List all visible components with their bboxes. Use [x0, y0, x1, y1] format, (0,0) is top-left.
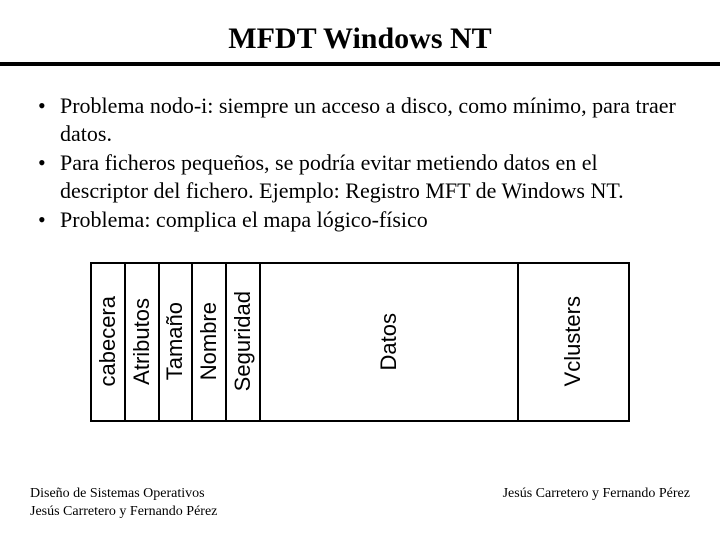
footer-left-line1: Diseño de Sistemas Operativos [30, 485, 217, 503]
page-title: MFDT Windows NT [30, 22, 690, 56]
field-seguridad: Seguridad [227, 264, 261, 420]
field-tamano: Tamaño [160, 264, 194, 420]
field-label: Seguridad [230, 291, 256, 391]
field-label: Tamaño [162, 302, 188, 380]
field-nombre: Nombre [193, 264, 227, 420]
footer-left: Diseño de Sistemas Operativos Jesús Carr… [30, 485, 217, 520]
mft-record-diagram: cabecera Atributos Tamaño Nombre Segurid… [90, 262, 630, 422]
field-cabecera: cabecera [92, 264, 126, 420]
bullet-list: Problema nodo-i: siempre un acceso a dis… [30, 92, 690, 234]
title-rule [0, 62, 720, 66]
footer-right: Jesús Carretero y Fernando Pérez [503, 485, 690, 520]
field-datos: Datos [261, 264, 519, 420]
bullet-item: Problema nodo-i: siempre un acceso a dis… [38, 92, 690, 147]
field-label: Atributos [129, 298, 155, 385]
footer-left-line2: Jesús Carretero y Fernando Pérez [30, 503, 217, 521]
slide: MFDT Windows NT Problema nodo-i: siempre… [0, 0, 720, 540]
field-label: Nombre [196, 302, 222, 380]
bullet-item: Para ficheros pequeños, se podría evitar… [38, 149, 690, 204]
field-label: Datos [376, 313, 402, 370]
field-label: Vclusters [560, 296, 586, 386]
footer: Diseño de Sistemas Operativos Jesús Carr… [30, 485, 690, 520]
field-vclusters: Vclusters [519, 264, 628, 420]
field-atributos: Atributos [126, 264, 160, 420]
bullet-item: Problema: complica el mapa lógico-físico [38, 206, 690, 234]
field-label: cabecera [95, 296, 121, 387]
